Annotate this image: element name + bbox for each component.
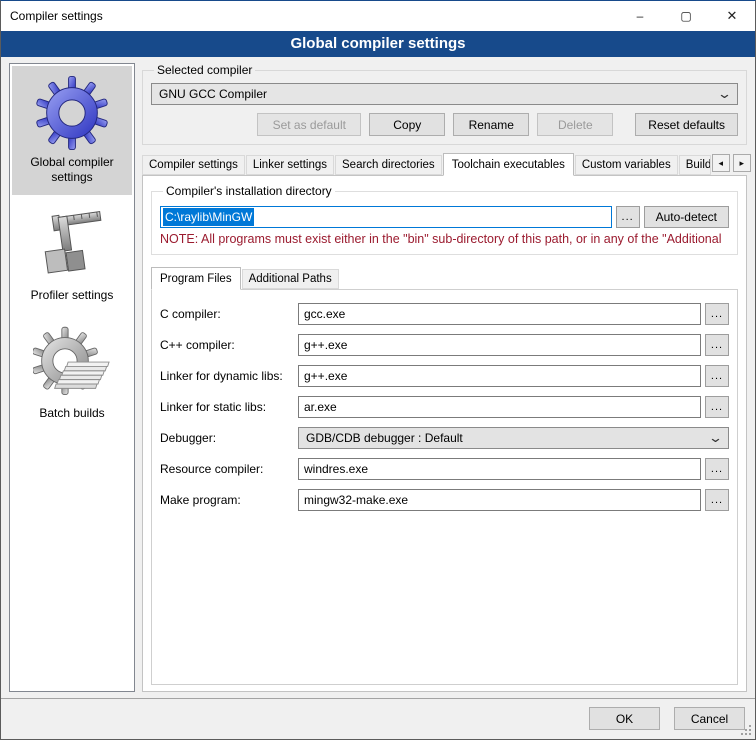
resize-grip[interactable] (740, 724, 753, 737)
static-linker-input[interactable] (298, 396, 701, 418)
static-linker-label: Linker for static libs: (160, 400, 298, 414)
installation-directory-group: Compiler's installation directory C:\ray… (151, 184, 738, 255)
sidebar-item-batch-builds[interactable]: Batch builds (12, 317, 132, 431)
dynamic-linker-label: Linker for dynamic libs: (160, 369, 298, 383)
tab-build-options[interactable]: Build options (679, 155, 711, 175)
tab-linker-settings[interactable]: Linker settings (246, 155, 334, 175)
minimize-button[interactable]: – (617, 1, 663, 31)
sidebar-item-global-compiler-settings[interactable]: Global compiler settings (12, 66, 132, 195)
copy-button[interactable]: Copy (369, 113, 445, 136)
dynamic-linker-row: Linker for dynamic libs: ... (160, 365, 729, 387)
browse-c-compiler-button[interactable]: ... (705, 303, 729, 325)
make-program-label: Make program: (160, 493, 298, 507)
close-button[interactable]: ✕ (709, 1, 755, 31)
page-title: Global compiler settings (1, 31, 755, 57)
debugger-value: GDB/CDB debugger : Default (306, 431, 463, 445)
tab-scroll-right-button[interactable]: ▸ (733, 154, 751, 172)
set-as-default-button: Set as default (257, 113, 361, 136)
selected-compiler-group-label: Selected compiler (154, 63, 255, 77)
browse-dynamic-linker-button[interactable]: ... (705, 365, 729, 387)
sidebar-item-label: Batch builds (39, 406, 104, 421)
browse-resource-compiler-button[interactable]: ... (705, 458, 729, 480)
installation-directory-group-label: Compiler's installation directory (163, 184, 335, 198)
resource-compiler-input[interactable] (298, 458, 701, 480)
resource-compiler-row: Resource compiler: ... (160, 458, 729, 480)
right-arrow-icon: ▸ (739, 158, 744, 169)
selected-compiler-dropdown[interactable]: GNU GCC Compiler ⌄ (151, 83, 738, 105)
window-title: Compiler settings (1, 1, 617, 31)
selected-compiler-value: GNU GCC Compiler (159, 87, 267, 101)
resource-compiler-label: Resource compiler: (160, 462, 298, 476)
tab-program-files[interactable]: Program Files (151, 267, 241, 290)
caliper-icon (33, 207, 111, 285)
chevron-down-icon: ⌄ (717, 89, 732, 99)
cpp-compiler-input[interactable] (298, 334, 701, 356)
static-linker-row: Linker for static libs: ... (160, 396, 729, 418)
tab-additional-paths[interactable]: Additional Paths (242, 269, 339, 289)
auto-detect-button[interactable]: Auto-detect (644, 206, 729, 228)
debugger-label: Debugger: (160, 431, 298, 445)
browse-cpp-compiler-button[interactable]: ... (705, 334, 729, 356)
dynamic-linker-input[interactable] (298, 365, 701, 387)
cpp-compiler-label: C++ compiler: (160, 338, 298, 352)
selected-compiler-group: Selected compiler GNU GCC Compiler ⌄ Set… (142, 63, 747, 145)
c-compiler-row: C compiler: ... (160, 303, 729, 325)
browse-static-linker-button[interactable]: ... (705, 396, 729, 418)
compiler-settings-dialog: Compiler settings – ▢ ✕ Global compiler … (0, 0, 756, 740)
debugger-dropdown[interactable]: GDB/CDB debugger : Default ⌄ (298, 427, 729, 449)
installation-directory-input[interactable]: C:\raylib\MinGW (160, 206, 612, 228)
sidebar-item-label: Profiler settings (31, 288, 114, 303)
sidebar-item-profiler-settings[interactable]: Profiler settings (12, 199, 132, 313)
blue-gear-icon (33, 74, 111, 152)
note-text: NOTE: All programs must exist either in … (160, 232, 729, 246)
program-files-tab-strip: Program Files Additional Paths (151, 267, 738, 289)
cancel-button[interactable]: Cancel (674, 707, 745, 730)
ok-button[interactable]: OK (589, 707, 660, 730)
dialog-footer: OK Cancel (1, 698, 755, 739)
c-compiler-label: C compiler: (160, 307, 298, 321)
program-files-panel: C compiler: ... C++ compiler: ... (151, 289, 738, 685)
settings-category-list: Global compiler settings (9, 63, 135, 692)
delete-button: Delete (537, 113, 613, 136)
sidebar-item-label: Global compiler settings (14, 155, 130, 185)
debugger-row: Debugger: GDB/CDB debugger : Default ⌄ (160, 427, 729, 449)
cpp-compiler-row: C++ compiler: ... (160, 334, 729, 356)
rename-button[interactable]: Rename (453, 113, 529, 136)
browse-directory-button[interactable]: ... (616, 206, 640, 228)
reset-defaults-button[interactable]: Reset defaults (635, 113, 738, 136)
tab-scroll-left-button[interactable]: ◂ (712, 154, 730, 172)
browse-make-program-button[interactable]: ... (705, 489, 729, 511)
main-tab-strip: Compiler settings Linker settings Search… (142, 153, 747, 175)
left-arrow-icon: ◂ (718, 158, 723, 169)
tab-compiler-settings[interactable]: Compiler settings (142, 155, 245, 175)
batch-gear-icon (33, 325, 111, 403)
toolchain-executables-panel: Compiler's installation directory C:\ray… (142, 175, 747, 692)
title-bar: Compiler settings – ▢ ✕ (1, 1, 755, 31)
make-program-input[interactable] (298, 489, 701, 511)
c-compiler-input[interactable] (298, 303, 701, 325)
tab-custom-variables[interactable]: Custom variables (575, 155, 678, 175)
selected-text: C:\raylib\MinGW (163, 208, 254, 226)
chevron-down-icon: ⌄ (708, 433, 723, 443)
maximize-button[interactable]: ▢ (663, 1, 709, 31)
tab-toolchain-executables[interactable]: Toolchain executables (443, 153, 574, 176)
tab-search-directories[interactable]: Search directories (335, 155, 442, 175)
make-program-row: Make program: ... (160, 489, 729, 511)
